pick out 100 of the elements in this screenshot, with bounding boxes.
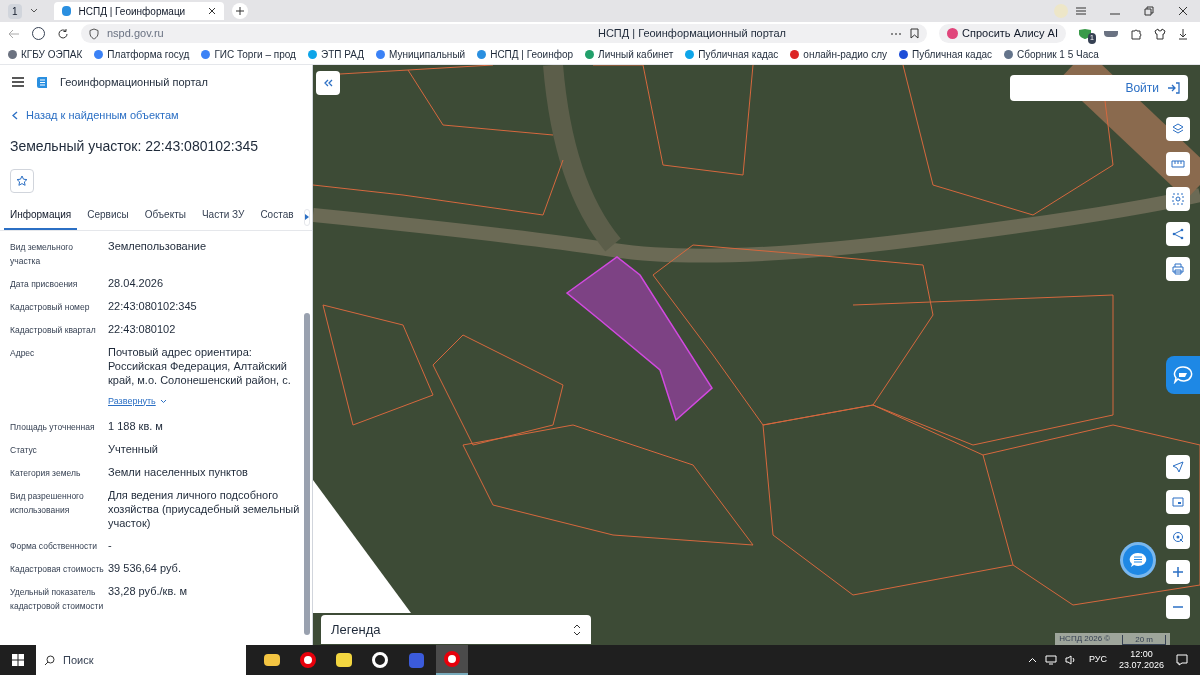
- login-arrow-icon: [1167, 82, 1180, 94]
- field-value: Землепользование: [108, 238, 208, 253]
- location-search-button[interactable]: [1166, 525, 1190, 549]
- bookmark[interactable]: КГБУ ОЭПАК: [8, 47, 83, 62]
- field-label: Площадь уточненная: [10, 420, 96, 434]
- field-label: Вид разрешенного использования: [10, 489, 85, 517]
- bookmark[interactable]: НСПД | Геоинфор: [477, 47, 574, 62]
- panel-tab[interactable]: Объекты: [138, 204, 192, 230]
- bookmark[interactable]: ЭТП РАД: [307, 47, 364, 62]
- panel-tab[interactable]: Сервисы: [81, 204, 135, 230]
- layers-button[interactable]: [1166, 117, 1190, 141]
- select-area-button[interactable]: [1166, 187, 1190, 211]
- field-value: 39 536,64 руб.: [108, 560, 182, 575]
- zoom-in-button[interactable]: [1166, 560, 1190, 584]
- language-indicator[interactable]: РУС: [1088, 653, 1107, 667]
- chevron-left-icon: [12, 110, 18, 120]
- chevron-down-icon: [159, 398, 167, 404]
- bookmark[interactable]: Публичная кадас: [685, 47, 779, 62]
- bookmark[interactable]: Сборник 1 5 Часа: [1004, 47, 1099, 62]
- object-heading: Земельный участок: 22:43:080102:345: [10, 136, 260, 156]
- panel-tab[interactable]: Информация: [4, 204, 78, 230]
- field-value: Учтенный: [108, 441, 159, 456]
- star-icon: [16, 174, 28, 187]
- scroll-right-button[interactable]: [303, 208, 310, 226]
- clock-time[interactable]: 12:00: [1130, 649, 1153, 660]
- field-label: Категория земель: [10, 466, 82, 480]
- double-chevron-left-icon: [323, 79, 333, 87]
- menu-icon[interactable]: [12, 77, 24, 87]
- panel-tab[interactable]: Части ЗУ: [195, 204, 251, 230]
- field-label: Адрес: [10, 346, 36, 360]
- bookmark-icon[interactable]: [910, 28, 920, 39]
- chevron-up-icon[interactable]: [1027, 657, 1037, 663]
- select-area-icon: [1172, 193, 1184, 205]
- minimap-icon: [1172, 497, 1184, 507]
- bookmark[interactable]: Публичная кадас: [899, 47, 993, 62]
- zoom-out-button[interactable]: [1166, 595, 1190, 619]
- favorite-button[interactable]: [10, 168, 34, 193]
- bookmark[interactable]: онлайн-радио слу: [790, 47, 887, 62]
- clock-date[interactable]: 23.07.2026: [1118, 660, 1164, 671]
- browser-tab[interactable]: НСПД | Геоинформаци: [53, 2, 224, 20]
- portal-logo-icon: [36, 75, 48, 89]
- field-label: Кадастровый номер: [10, 300, 91, 314]
- network-icon[interactable]: [1044, 655, 1057, 665]
- map-attribution: НСПД 2026 ©: [1059, 633, 1111, 645]
- login-button[interactable]: Войти: [1010, 75, 1188, 101]
- share-icon: [1172, 228, 1184, 240]
- field-label: Кадастровая стоимость: [10, 562, 104, 576]
- field-value: Для ведения личного подсобного хозяйства (приусадебный земельный участок): [108, 487, 300, 530]
- navigation-arrow-icon: [1172, 461, 1184, 473]
- legend-dropdown[interactable]: Легенда: [321, 615, 591, 644]
- shield-icon[interactable]: [89, 27, 99, 40]
- ask-alice-button[interactable]: Спросить Алису AI: [939, 24, 1066, 43]
- close-icon[interactable]: [1178, 6, 1188, 16]
- ruler-icon: [1171, 160, 1185, 168]
- expand-link[interactable]: Развернуть: [108, 394, 167, 408]
- feedback-button[interactable]: [1166, 356, 1200, 394]
- bookmark[interactable]: Платформа госуд: [94, 47, 190, 62]
- new-tab-button[interactable]: [231, 3, 248, 19]
- shirt-icon[interactable]: [1154, 27, 1166, 40]
- panel-tab[interactable]: Состав: [254, 204, 300, 230]
- back-link[interactable]: Назад к найденным объектам: [12, 107, 300, 124]
- bookmark[interactable]: ГИС Торги – прод: [201, 47, 296, 62]
- minimap-button[interactable]: [1166, 490, 1190, 514]
- navigation-button[interactable]: [1166, 455, 1190, 479]
- plus-icon: [1173, 567, 1183, 577]
- more-icon[interactable]: [890, 31, 903, 36]
- tab-counter[interactable]: 1: [8, 3, 22, 19]
- reload-icon[interactable]: [57, 27, 69, 40]
- field-label: Форма собственности: [10, 539, 98, 553]
- speaker-icon[interactable]: [1064, 655, 1077, 665]
- puzzle-icon[interactable]: [1130, 27, 1142, 40]
- share-button[interactable]: [1166, 222, 1190, 246]
- field-value: 28.04.2026: [108, 275, 165, 290]
- field-value: 22:43:080102:345: [108, 298, 198, 313]
- app-title: Геоинформационный портал: [60, 74, 208, 90]
- field-label: Кадастровый квартал: [10, 323, 97, 337]
- chevron-down-icon[interactable]: [29, 8, 38, 14]
- close-icon: [207, 7, 216, 15]
- field-value: -: [108, 537, 113, 552]
- field-value: Почтовый адрес ориентира: Российская Федерация, Алтайский край, м.о. Солонешенский район, с.: [108, 344, 292, 387]
- notification-icon[interactable]: [1176, 654, 1188, 666]
- download-icon[interactable]: [1178, 27, 1188, 40]
- printer-icon: [1172, 263, 1184, 275]
- restore-icon[interactable]: [1144, 6, 1154, 16]
- field-label: Дата присвоения: [10, 277, 79, 291]
- chat-bubble-icon: [1173, 366, 1193, 384]
- taskbar-search-field[interactable]: Поиск: [36, 645, 246, 675]
- print-button[interactable]: [1166, 257, 1190, 281]
- field-value: Земли населенных пунктов: [108, 464, 249, 479]
- plus-icon: [235, 7, 244, 15]
- address-bar[interactable]: nspd.gov.ru НСПД | Геоинформационный портал: [81, 24, 928, 43]
- up-down-chevron-icon: [573, 623, 581, 636]
- extension-icon[interactable]: [1104, 30, 1118, 37]
- layers-icon: [1172, 123, 1184, 135]
- bookmark[interactable]: Личный кабинет: [585, 47, 674, 62]
- collapse-panel-button[interactable]: [316, 71, 340, 95]
- bookmark[interactable]: Муниципальный: [376, 47, 466, 62]
- browser-icon[interactable]: [436, 645, 468, 675]
- field-label: Удельный показатель кадастровой стоимости: [10, 585, 104, 613]
- ruler-button[interactable]: [1166, 152, 1190, 176]
